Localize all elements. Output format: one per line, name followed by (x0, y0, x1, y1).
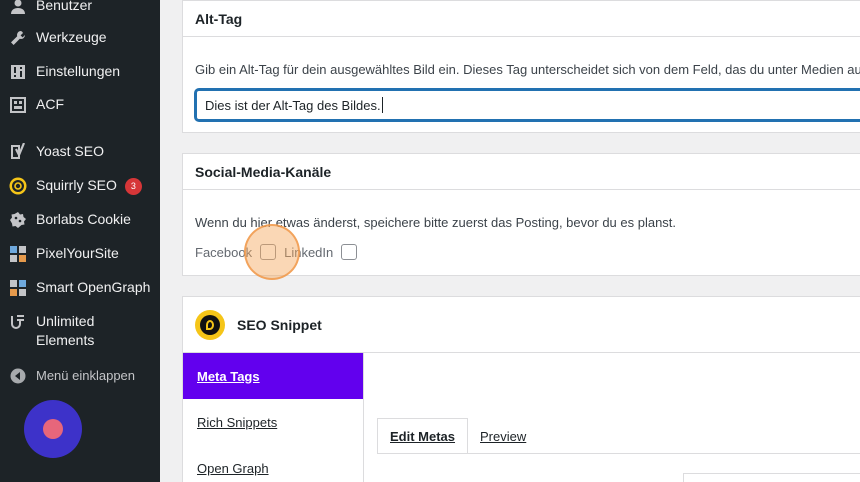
sidebar-item-werkzeuge[interactable]: Werkzeuge (0, 28, 160, 48)
collapse-menu-button[interactable]: Menü einklappen (0, 366, 160, 386)
squirrly-icon (8, 176, 28, 196)
seo-snippet-panel: SEO Snippet Meta Tags Rich Snippets Open… (182, 296, 860, 482)
alt-tag-input-value: Dies ist der Alt-Tag des Bildes. (205, 97, 381, 113)
alt-tag-description: Gib ein Alt-Tag für dein ausgewähltes Bi… (195, 62, 860, 77)
unlimited-elements-icon (8, 312, 28, 332)
tab-preview[interactable]: Preview (468, 418, 538, 454)
sidebar-item-label: Smart OpenGraph (36, 279, 151, 295)
sidebar-item-label: Yoast SEO (36, 143, 104, 159)
sidebar-item-label: ACF (36, 96, 64, 112)
squirrly-logo-icon (195, 309, 225, 340)
tab-divider (377, 453, 860, 454)
admin-sidebar: Benutzer Werkzeuge Einstellungen ACF Yoa… (0, 0, 160, 482)
tab-edit-metas[interactable]: Edit Metas (377, 418, 469, 454)
collapse-arrow-icon (8, 366, 28, 386)
sidebar-item-acf[interactable]: ACF (0, 95, 160, 115)
seo-nav-meta-tags[interactable]: Meta Tags (183, 353, 363, 399)
notification-badge: 3 (124, 178, 142, 195)
sidebar-item-label: PixelYourSite (36, 245, 119, 261)
wrench-icon (8, 28, 28, 48)
sidebar-item-smart-opengraph[interactable]: Smart OpenGraph (0, 278, 160, 298)
seo-snippet-nav: Meta Tags Rich Snippets Open Graph (183, 353, 364, 482)
acf-grid-icon (8, 95, 28, 115)
seo-tabs: Edit Metas Preview (377, 418, 538, 454)
floating-action-button[interactable] (24, 400, 82, 458)
seo-nav-rich-snippets[interactable]: Rich Snippets (183, 399, 363, 445)
alt-tag-title: Alt-Tag (183, 1, 860, 37)
seo-snippet-header: SEO Snippet (183, 297, 860, 353)
pixelyoursite-icon (8, 244, 28, 264)
sidebar-item-label: Einstellungen (36, 63, 121, 79)
sidebar-item-pixelyoursite[interactable]: PixelYourSite (0, 244, 160, 264)
sidebar-item-unlimited-elements[interactable]: Unlimited Elements (0, 312, 160, 350)
alt-tag-input[interactable]: Dies ist der Alt-Tag des Bildes. (195, 89, 860, 121)
sidebar-item-squirrly[interactable]: Squirrly SEO 3 (0, 176, 160, 196)
linkedin-checkbox[interactable] (341, 244, 358, 260)
record-dot-icon (43, 419, 63, 439)
sidebar-item-benutzer[interactable]: Benutzer (0, 0, 160, 16)
seo-snippet-title: SEO Snippet (237, 316, 322, 333)
sidebar-item-label: Werkzeuge (36, 29, 107, 45)
social-media-title: Social-Media-Kanäle (183, 154, 860, 190)
sidebar-item-label: Squirrly SEO 3 (36, 176, 142, 195)
collapse-menu-label: Menü einklappen (36, 368, 136, 383)
seo-nav-open-graph[interactable]: Open Graph (183, 445, 363, 482)
user-icon (8, 0, 28, 16)
sidebar-item-label: Unlimited Elements (36, 313, 95, 348)
sidebar-item-borlabs[interactable]: Borlabs Cookie (0, 210, 160, 230)
click-indicator (244, 224, 300, 280)
cookie-icon (8, 210, 28, 230)
opengraph-icon (8, 278, 28, 298)
text-cursor (381, 97, 383, 113)
settings-sliders-icon (8, 62, 28, 82)
sidebar-item-einstellungen[interactable]: Einstellungen (0, 62, 160, 82)
sidebar-item-label: Benutzer (36, 0, 93, 13)
alt-tag-panel: Alt-Tag Gib ein Alt-Tag für dein ausgewä… (182, 0, 860, 133)
yoast-icon (8, 142, 28, 162)
meta-fields-box (683, 473, 860, 482)
sidebar-item-yoast[interactable]: Yoast SEO (0, 142, 160, 162)
sidebar-item-label: Borlabs Cookie (36, 211, 131, 227)
